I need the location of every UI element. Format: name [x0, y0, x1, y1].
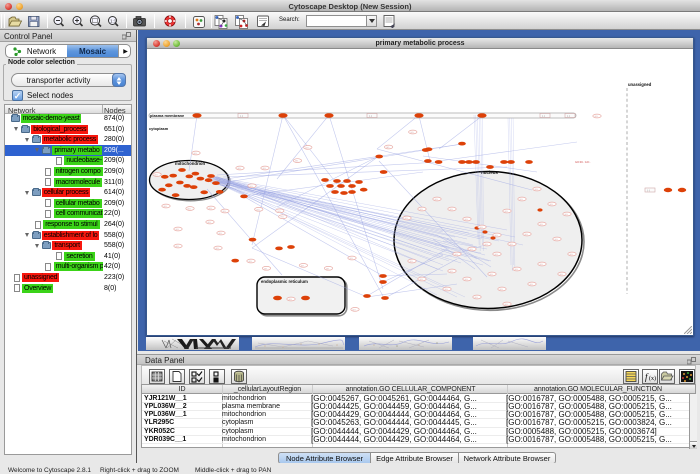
svg-text:GO.: GO. — [420, 209, 424, 211]
svg-text:GO.: GO. — [435, 199, 439, 201]
svg-text:1:1: 1:1 — [110, 19, 117, 24]
svg-text:cytoplasm: cytoplasm — [149, 126, 169, 131]
svg-text:GO.: GO. — [510, 244, 514, 246]
svg-text:GO.: GO. — [595, 116, 599, 118]
svg-text:GO.: GO. — [540, 224, 544, 226]
svg-text:GO.: GO. — [264, 268, 268, 270]
svg-text:GO.: GO. — [515, 269, 519, 271]
svg-text:GO.: GO. — [495, 235, 499, 237]
svg-text:GO.: GO. — [560, 274, 564, 276]
svg-text:GO.: GO. — [555, 239, 559, 241]
svg-text:[...]: [...] — [369, 116, 372, 118]
svg-text:GO.: GO. — [216, 248, 220, 250]
svg-text:GO.: GO. — [490, 274, 494, 276]
svg-text:GO.: GO. — [249, 261, 253, 263]
svg-text:GO.: GO. — [176, 246, 180, 248]
svg-text:GO.: GO. — [410, 261, 414, 263]
svg-text:GO.: GO. — [570, 254, 574, 256]
svg-text:GO.: GO. — [530, 284, 534, 286]
svg-text:GO.: GO. — [450, 271, 454, 273]
svg-text:GO.: GO. — [208, 222, 212, 224]
svg-text:nucleus: nucleus — [481, 170, 499, 175]
svg-text:GO.: GO. — [445, 289, 449, 291]
svg-text:GO.: GO. — [540, 264, 544, 266]
svg-text:plasma membrane: plasma membrane — [150, 113, 185, 118]
svg-text:GO.: GO. — [480, 227, 484, 229]
svg-text:GO.: GO. — [353, 309, 357, 311]
svg-text:GO.: GO. — [495, 254, 499, 256]
svg-text:GO.: GO. — [465, 279, 469, 281]
svg-text:[...]: [...] — [240, 116, 243, 118]
svg-text:[...]: [...] — [542, 116, 545, 118]
svg-text:GO.: GO. — [194, 153, 198, 155]
svg-text:GO.: GO. — [250, 186, 254, 188]
svg-text:(x): (x) — [649, 375, 656, 382]
svg-text:GO.: GO. — [263, 168, 267, 170]
svg-text:GO.: GO. — [305, 147, 309, 149]
svg-text:GO.: GO. — [289, 299, 293, 301]
svg-text:GO.: GO. — [223, 211, 227, 213]
svg-text:GO.: GO. — [209, 208, 213, 210]
svg-text:GO.: GO. — [386, 147, 390, 149]
svg-text:GO.: GO. — [420, 279, 424, 281]
svg-text:[...]: [...] — [647, 190, 650, 192]
svg-text:GO.: GO. — [525, 234, 529, 236]
svg-text:GO.: GO. — [500, 289, 504, 291]
svg-text:[...]: [...] — [567, 116, 570, 118]
svg-text:GO.: GO. — [565, 214, 569, 216]
svg-text:GO.: GO. — [301, 265, 305, 267]
svg-text:GO.: GO. — [238, 168, 242, 170]
svg-text:GO.: GO. — [465, 219, 469, 221]
svg-text:GO.: GO. — [326, 268, 330, 270]
svg-text:GO.: GO. — [470, 249, 474, 251]
svg-text:GO.: GO. — [475, 297, 479, 299]
svg-text:GO.: GO. — [295, 161, 299, 163]
svg-text:GO.: GO. — [219, 233, 223, 235]
svg-text:GO.: GO. — [164, 206, 168, 208]
svg-text:GO.: GO. — [550, 204, 554, 206]
svg-text:GO.: GO. — [155, 175, 159, 177]
svg-text:GO.: GO. — [188, 209, 192, 211]
svg-text:GO.: GO. — [505, 211, 509, 213]
svg-text:endoplasmic reticulum: endoplasmic reticulum — [261, 279, 308, 284]
svg-text:GO.: GO. — [405, 218, 409, 220]
svg-text:GO.: GO. — [280, 217, 284, 219]
svg-text:GO.: GO. — [505, 304, 509, 306]
svg-text:GO.: GO. — [450, 209, 454, 211]
svg-text:GO:00.. GO:..: GO:00.. GO:.. — [575, 160, 591, 164]
svg-text:GO.: GO. — [256, 209, 260, 211]
svg-text:GO.: GO. — [485, 244, 489, 246]
svg-text:GO.: GO. — [277, 211, 281, 213]
svg-text:GO.: GO. — [350, 258, 354, 260]
svg-text:GO.: GO. — [535, 189, 539, 191]
svg-text:GO.: GO. — [520, 199, 524, 201]
svg-text:GO.: GO. — [455, 254, 459, 256]
svg-text:GO.: GO. — [176, 229, 180, 231]
svg-text:unassigned: unassigned — [628, 82, 652, 87]
svg-text:GO.: GO. — [410, 132, 414, 134]
